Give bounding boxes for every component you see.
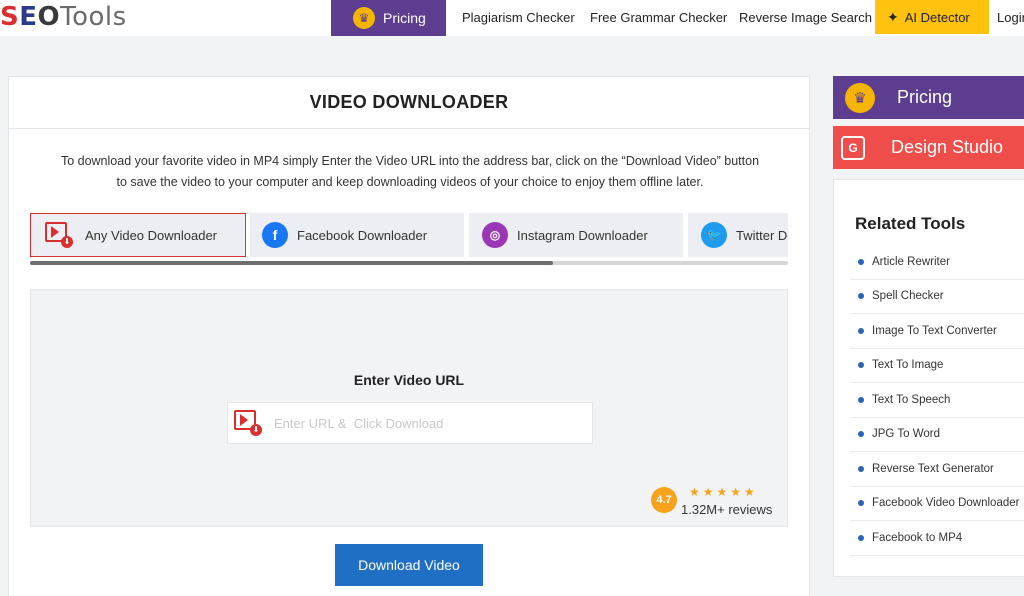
tab-label: Any Video Downloader (85, 227, 218, 243)
site-logo[interactable]: S E O Tools (0, 0, 127, 34)
related-tools-panel: Related Tools Article Rewriter Spell Che… (833, 179, 1024, 577)
bullet-icon (858, 293, 864, 300)
design-studio-icon: G (841, 135, 865, 160)
related-tool-item[interactable]: Spell Checker (850, 280, 1024, 314)
related-tool-item[interactable]: Reverse Text Generator (850, 452, 1024, 487)
logo-letter-e: E (19, 2, 38, 32)
nav-ai-detector-button[interactable]: ✦ AI Detector (875, 0, 989, 34)
nav-pricing-label: Pricing (383, 10, 426, 26)
nav-login[interactable]: Login (997, 0, 1024, 34)
rating-widget: 4.7 ★★★★★ 1.32M+ reviews (651, 485, 791, 521)
related-tool-label: Article Rewriter (872, 255, 950, 268)
related-tools-list: Article Rewriter Spell Checker Image To … (850, 245, 1024, 556)
related-tool-item[interactable]: Image To Text Converter (850, 314, 1024, 349)
bullet-icon (858, 362, 864, 369)
related-tool-item[interactable]: JPG To Word (850, 418, 1024, 452)
tab-instagram-downloader[interactable]: ◎ Instagram Downloader (469, 213, 683, 257)
rating-reviews-count: 1.32M+ reviews (681, 502, 773, 517)
related-tool-label: Text To Speech (872, 393, 951, 406)
bullet-icon (858, 500, 864, 507)
nav-plagiarism-checker[interactable]: Plagiarism Checker (462, 0, 575, 34)
sidebar-design-studio-banner[interactable]: G Design Studio (833, 126, 1024, 169)
tab-any-video-downloader[interactable]: ⬇ Any Video Downloader (30, 213, 246, 257)
video-downloader-panel: VIDEO DOWNLOADER To download your favori… (8, 76, 810, 596)
related-tool-item[interactable]: Facebook Video Downloader (850, 487, 1024, 521)
downloader-tabs: ⬇ Any Video Downloader f Facebook Downlo… (30, 213, 788, 257)
related-tool-item[interactable]: Article Rewriter (850, 245, 1024, 280)
bullet-icon (858, 431, 864, 438)
rating-stars: ★★★★★ (689, 485, 758, 499)
tab-label: Instagram Downloader (517, 227, 648, 243)
related-tool-label: Spell Checker (872, 290, 944, 303)
related-tool-label: Facebook Video Downloader (872, 497, 1020, 510)
bullet-icon (858, 465, 864, 472)
url-input-wrapper[interactable]: ⬇ (227, 402, 593, 444)
crown-icon: ♛ (845, 82, 875, 113)
nav-pricing-button[interactable]: ♛ Pricing (331, 0, 446, 36)
video-url-input[interactable] (274, 415, 574, 431)
related-tool-label: Image To Text Converter (872, 324, 997, 337)
nav-grammar-checker[interactable]: Free Grammar Checker (590, 0, 727, 34)
logo-letter-o: O (37, 2, 61, 32)
related-tool-label: JPG To Word (872, 428, 940, 441)
bullet-icon (858, 534, 864, 541)
related-tool-label: Reverse Text Generator (872, 462, 994, 475)
sidebar-pricing-banner[interactable]: ♛ Pricing (833, 76, 1024, 119)
url-entry-area: Enter Video URL ⬇ 4.7 ★★★★★ 1.32M+ revie… (30, 289, 788, 527)
sidebar-pricing-label: Pricing (897, 87, 953, 107)
page-title: VIDEO DOWNLOADER (9, 77, 809, 129)
tab-facebook-downloader[interactable]: f Facebook Downloader (250, 213, 464, 257)
bullet-icon (858, 258, 864, 265)
logo-letter-s: S (0, 2, 20, 32)
tab-label: Twitter Downloader (736, 227, 788, 243)
tab-twitter-downloader[interactable]: 🐦 Twitter Downloader (688, 213, 788, 257)
logo-text: Tools (60, 2, 127, 32)
instagram-icon: ◎ (482, 222, 508, 248)
related-tools-title: Related Tools (855, 214, 966, 233)
tab-label: Facebook Downloader (297, 227, 428, 243)
bullet-icon (858, 396, 864, 403)
related-tool-item[interactable]: Text To Speech (850, 383, 1024, 418)
intro-text: To download your favorite video in MP4 s… (60, 154, 760, 189)
related-tool-label: Text To Image (872, 359, 944, 372)
nav-ai-detector-label: AI Detector (904, 9, 970, 25)
sparkle-icon: ✦ (887, 8, 899, 25)
enter-url-label: Enter Video URL (353, 372, 465, 388)
sidebar-design-studio-label: Design Studio (891, 137, 1004, 157)
crown-icon: ♛ (353, 7, 375, 29)
related-tool-label: Facebook to MP4 (872, 531, 963, 544)
rating-score-badge: 4.7 (651, 487, 677, 513)
download-video-button[interactable]: Download Video (335, 544, 483, 586)
facebook-icon: f (262, 222, 288, 248)
related-tool-item[interactable]: Facebook to MP4 (850, 521, 1024, 556)
bullet-icon (858, 327, 864, 334)
video-download-icon: ⬇ (45, 222, 75, 248)
video-download-icon: ⬇ (234, 410, 264, 436)
related-tool-item[interactable]: Text To Image (850, 349, 1024, 383)
tabs-scrollbar[interactable] (30, 261, 788, 265)
top-navbar: S E O Tools ♛ Pricing Plagiarism Checker Fr… (0, 0, 1024, 36)
tabs-scrollbar-thumb[interactable] (30, 261, 554, 265)
twitter-icon: 🐦 (701, 222, 727, 248)
nav-reverse-image-search[interactable]: Reverse Image Search (739, 0, 872, 34)
